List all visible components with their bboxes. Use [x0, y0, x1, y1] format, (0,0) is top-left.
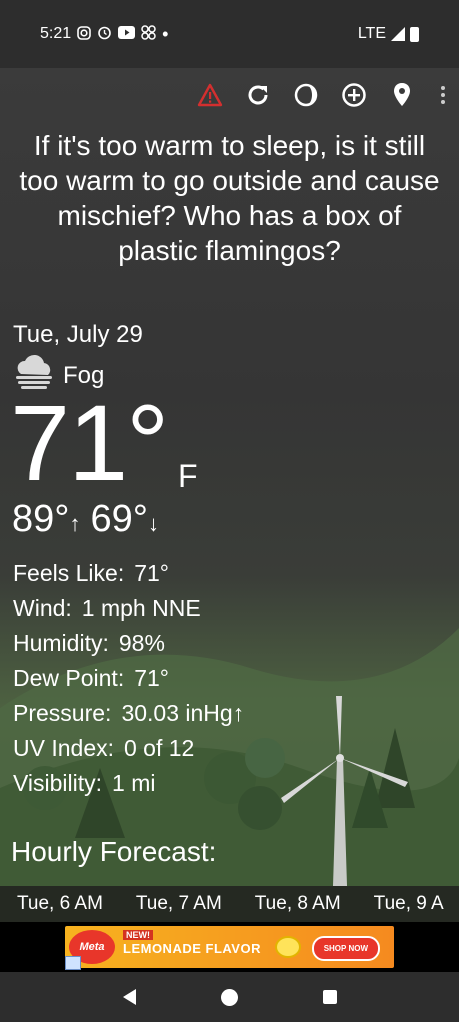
detail-label: Dew Point:: [13, 665, 125, 691]
high-temp: 89°: [12, 498, 70, 540]
detail-dew-point: Dew Point: 71°: [13, 661, 244, 696]
hourly-item[interactable]: Tue, 6 AM: [17, 893, 103, 915]
detail-wind: Wind: 1 mph NNE: [13, 591, 244, 626]
lemon-icon: [275, 936, 301, 958]
hourly-item[interactable]: Tue, 7 AM: [136, 893, 222, 915]
hourly-item[interactable]: Tue, 8 AM: [255, 893, 341, 915]
pinwheel-icon: [141, 25, 156, 43]
system-nav-bar: [0, 972, 459, 1022]
toolbar: [197, 82, 449, 108]
detail-value: 0 of 12: [124, 735, 195, 761]
detail-pressure: Pressure: 30.03 inHg↑: [13, 696, 244, 731]
detail-value: 1 mph NNE: [81, 595, 201, 621]
current-temperature: 71°: [10, 382, 169, 503]
detail-value: 71°: [134, 665, 169, 691]
detail-label: Wind:: [13, 595, 72, 621]
ad-info-icon[interactable]: [65, 956, 81, 970]
clock: 5:21: [40, 25, 72, 42]
ad-banner[interactable]: Meta NEW! LEMONADE FLAVOR SHOP NOW: [65, 926, 394, 968]
back-icon[interactable]: [122, 989, 136, 1005]
moon-phase-icon[interactable]: [293, 82, 319, 108]
arrow-up-icon: ↑: [69, 511, 81, 536]
detail-value: 30.03 inHg↑: [121, 700, 245, 726]
detail-label: Pressure:: [13, 700, 112, 726]
detail-label: UV Index:: [13, 735, 114, 761]
hourly-forecast-title: Hourly Forecast:: [11, 836, 217, 867]
hourly-item[interactable]: Tue, 9 A: [374, 893, 444, 915]
location-pin-icon[interactable]: [389, 82, 415, 108]
network-type: LTE: [357, 25, 386, 42]
detail-feels-like: Feels Like: 71°: [13, 556, 244, 591]
detail-uv-index: UV Index: 0 of 12: [13, 731, 244, 766]
alarm-icon: [97, 25, 112, 43]
weather-message: If it's too warm to sleep, is it still t…: [19, 130, 440, 266]
detail-label: Feels Like:: [13, 560, 125, 586]
ad-shop-now-button[interactable]: SHOP NOW: [311, 936, 380, 961]
arrow-down-icon: ↓: [147, 511, 159, 536]
ad-area: Meta NEW! LEMONADE FLAVOR SHOP NOW: [0, 922, 459, 972]
status-left: 5:21 •: [40, 24, 168, 45]
status-bar: 5:21 • LTE: [0, 0, 459, 68]
detail-label: Visibility:: [13, 770, 103, 796]
status-right: LTE: [358, 25, 419, 43]
refresh-icon[interactable]: [245, 82, 271, 108]
youtube-icon: [118, 26, 136, 42]
detail-value: 98%: [118, 630, 165, 656]
high-low: 89° ↑ 69° ↓: [12, 498, 169, 541]
detail-value: 1 mi: [112, 770, 156, 796]
hourly-forecast-strip[interactable]: Tue, 6 AM Tue, 7 AM Tue, 8 AM Tue, 9 A: [0, 886, 459, 922]
instagram-icon: [77, 25, 91, 43]
alert-icon[interactable]: [197, 82, 223, 108]
low-temp: 69°: [90, 498, 148, 540]
weather-details: Feels Like: 71° Wind: 1 mph NNE Humidity: 9…: [13, 556, 244, 801]
weather-main: If it's too warm to sleep, is it still t…: [0, 68, 459, 886]
battery-icon: [410, 26, 419, 42]
recents-icon[interactable]: [322, 990, 337, 1004]
add-icon[interactable]: [341, 82, 367, 108]
signal-icon: [391, 27, 405, 41]
dot-icon: •: [162, 23, 169, 44]
detail-visibility: Visibility: 1 mi: [13, 766, 244, 801]
detail-label: Humidity:: [13, 630, 109, 656]
forecast-date: Tue, July 29: [13, 321, 143, 348]
temperature-unit: F: [178, 458, 198, 494]
more-vert-icon[interactable]: [437, 82, 449, 108]
detail-humidity: Humidity: 98%: [13, 626, 244, 661]
ad-new-tag: NEW!: [123, 930, 153, 940]
home-icon[interactable]: [220, 988, 238, 1006]
detail-value: 71°: [134, 560, 169, 586]
ad-title: LEMONADE FLAVOR: [123, 941, 261, 956]
